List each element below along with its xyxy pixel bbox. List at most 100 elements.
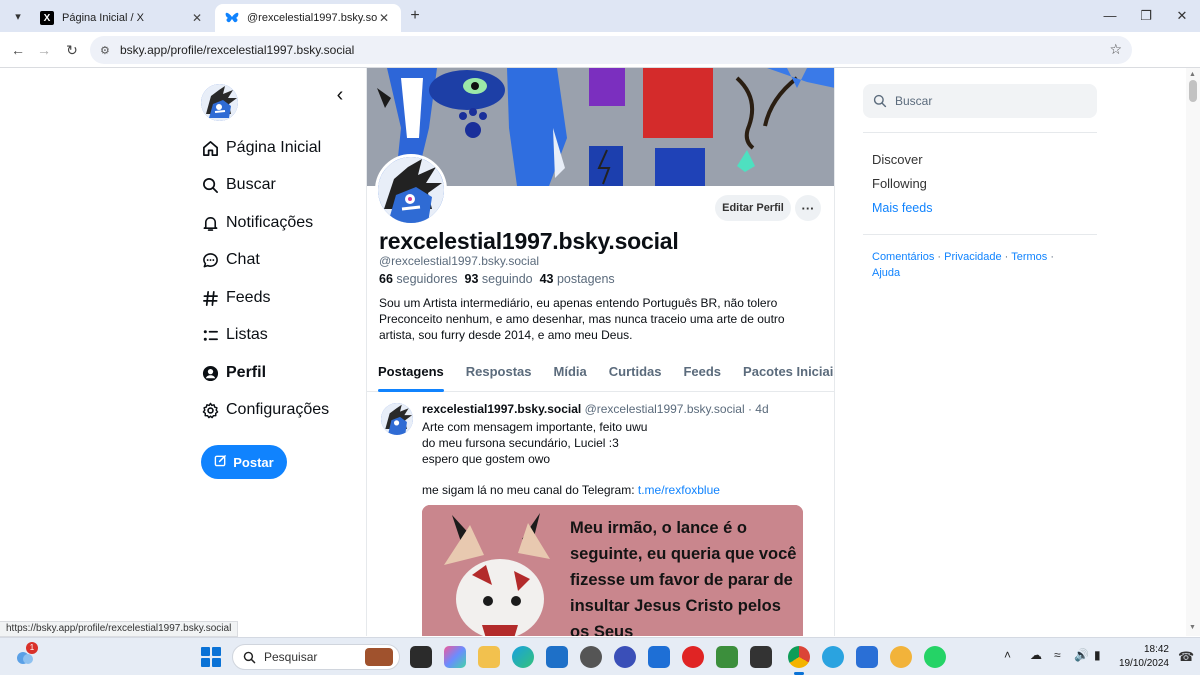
battery-icon[interactable]: ▮ <box>1094 648 1101 662</box>
bio-line: Sou um Artista intermediário, eu apenas … <box>379 296 778 310</box>
list-item[interactable]: rexcelestial1997.bsky.social @rexcelesti… <box>367 393 834 636</box>
tab-posts[interactable]: Postagens <box>367 360 455 392</box>
forward-arrow-icon[interactable]: → <box>34 40 54 60</box>
edit-profile-button[interactable]: Editar Perfil <box>715 195 791 221</box>
post-timestamp[interactable]: · 4d <box>748 402 769 416</box>
post-line: espero que gostem owo <box>422 452 551 466</box>
app-icon[interactable] <box>716 646 738 668</box>
footer-link-feedback[interactable]: Comentários <box>872 251 934 263</box>
file-explorer-icon[interactable] <box>478 646 500 668</box>
more-feeds-link[interactable]: Mais feeds <box>872 201 932 215</box>
feed-link-following[interactable]: Following <box>872 176 927 191</box>
copilot-icon[interactable] <box>444 646 466 668</box>
more-options-icon[interactable]: ··· <box>795 195 821 221</box>
tab-starter-packs[interactable]: Pacotes Iniciais <box>732 360 834 392</box>
reload-icon[interactable]: ↻ <box>62 40 82 60</box>
tab-feeds[interactable]: Feeds <box>672 360 732 392</box>
footer-links: Comentários · Privacidade · Termos · Aju… <box>872 251 1054 279</box>
browser-address-bar: ← → ↻ ⚙ bsky.app/profile/rexcelestial199… <box>0 32 1200 91</box>
page-scrollbar[interactable]: ▲ ▼ <box>1186 68 1200 636</box>
post-author-name[interactable]: rexcelestial1997.bsky.social <box>422 402 581 416</box>
post-line: Arte com mensagem importante, feito uwu <box>422 420 648 434</box>
tab-replies[interactable]: Respostas <box>455 360 543 392</box>
tab-close-icon[interactable]: ✕ <box>190 11 204 25</box>
post-header: rexcelestial1997.bsky.social @rexcelesti… <box>422 402 769 416</box>
sidebar-item-profile[interactable]: Perfil <box>201 360 266 386</box>
tab-close-icon[interactable]: ✕ <box>377 11 391 25</box>
url-omnibox[interactable]: ⚙ bsky.app/profile/rexcelestial1997.bsky… <box>90 36 1132 64</box>
sidebar-item-feeds[interactable]: Feeds <box>201 285 270 311</box>
settings-gear-icon[interactable] <box>580 646 602 668</box>
telegram-link[interactable]: t.me/rexfoxblue <box>638 483 720 497</box>
post-image-caption: Meu irmão, o lance é o seguinte, eu quer… <box>570 519 797 636</box>
window-minimize-icon[interactable]: — <box>1092 4 1128 28</box>
search-input[interactable]: Buscar <box>863 84 1097 118</box>
tab-media[interactable]: Mídia <box>543 360 598 392</box>
taskbar-search-input[interactable]: Pesquisar <box>232 644 400 670</box>
avatar[interactable] <box>201 84 238 121</box>
windows-start-icon[interactable] <box>201 647 221 667</box>
task-view-icon[interactable] <box>410 646 432 668</box>
footer-link-help[interactable]: Ajuda <box>872 267 900 279</box>
telegram-icon[interactable] <box>822 646 844 668</box>
post-author-handle[interactable]: @rexcelestial1997.bsky.social <box>585 402 745 416</box>
profile-tabs: Postagens Respostas Mídia Curtidas Feeds… <box>367 360 834 392</box>
app-icon[interactable] <box>856 646 878 668</box>
sidebar-item-notifications[interactable]: Notificações <box>201 210 313 236</box>
wifi-icon[interactable]: ≈ <box>1054 648 1061 662</box>
sidebar-item-label: Listas <box>226 326 268 343</box>
footer-link-terms[interactable]: Termos <box>1011 251 1047 263</box>
tab-search-chevron-icon[interactable]: ▾ <box>8 6 28 26</box>
followers-link[interactable]: 66 seguidores <box>379 272 458 286</box>
scroll-down-arrow-icon[interactable]: ▼ <box>1189 624 1196 631</box>
window-restore-icon[interactable]: ❐ <box>1128 4 1164 28</box>
scroll-thumb[interactable] <box>1189 80 1197 102</box>
app-icon[interactable] <box>614 646 636 668</box>
taskbar-clock[interactable]: 18:42 19/10/2024 <box>1113 643 1169 671</box>
sidebar-item-label: Feeds <box>226 289 271 306</box>
window-close-icon[interactable]: ✕ <box>1164 4 1200 28</box>
app-icon[interactable] <box>890 646 912 668</box>
sidebar-item-lists[interactable]: Listas <box>201 322 268 348</box>
app-icon[interactable] <box>750 646 772 668</box>
followers-count: 66 <box>379 272 393 286</box>
post-button[interactable]: Postar <box>201 445 287 479</box>
sidebar-item-search[interactable]: Buscar <box>201 172 276 198</box>
onedrive-cloud-icon[interactable]: ☁ <box>1030 648 1042 662</box>
post-image[interactable]: Meu irmão, o lance é o seguinte, eu quer… <box>422 505 803 636</box>
browser-tab-bluesky[interactable]: @rexcelestial1997.bsky.social — ✕ <box>215 4 401 32</box>
user-icon <box>201 364 219 382</box>
tab-likes[interactable]: Curtidas <box>598 360 673 392</box>
clock-date: 19/10/2024 <box>1118 658 1169 669</box>
link-status-bubble: https://bsky.app/profile/rexcelestial199… <box>0 621 239 637</box>
app-icon[interactable] <box>648 646 670 668</box>
opera-icon[interactable] <box>682 646 704 668</box>
avatar[interactable] <box>381 403 413 435</box>
footer-link-privacy[interactable]: Privacidade <box>944 251 1001 263</box>
site-settings-icon[interactable]: ⚙ <box>100 44 116 57</box>
scroll-up-arrow-icon[interactable]: ▲ <box>1189 71 1196 78</box>
store-icon[interactable] <box>546 646 568 668</box>
following-count: 93 <box>464 272 479 286</box>
sidebar-item-chat[interactable]: Chat <box>201 247 260 273</box>
whatsapp-icon[interactable] <box>924 646 946 668</box>
profile-avatar[interactable] <box>375 154 447 226</box>
url-text[interactable]: bsky.app/profile/rexcelestial1997.bsky.s… <box>120 43 354 57</box>
collapse-sidebar-chevron-icon[interactable]: ‹ <box>330 84 350 106</box>
volume-icon[interactable]: 🔊 <box>1074 648 1089 662</box>
hash-icon <box>201 289 219 307</box>
chrome-icon[interactable] <box>788 646 810 668</box>
back-arrow-icon[interactable]: ← <box>8 40 28 60</box>
sidebar-item-home[interactable]: Página Inicial <box>201 135 321 161</box>
profile-handle: @rexcelestial1997.bsky.social <box>379 254 540 268</box>
sidebar-item-settings[interactable]: Configurações <box>201 397 329 423</box>
new-tab-plus-icon[interactable]: + <box>406 6 424 26</box>
following-link[interactable]: 93 seguindo <box>465 272 533 286</box>
tray-overflow-chevron-icon[interactable]: ˄ <box>1004 648 1011 662</box>
browser-tab-x[interactable]: X Página Inicial / X ✕ <box>30 4 214 32</box>
edge-icon[interactable] <box>512 646 534 668</box>
search-icon <box>873 94 887 108</box>
notification-bell-icon[interactable]: ☎ <box>1178 649 1194 665</box>
bookmark-star-icon[interactable]: ☆ <box>1109 41 1122 58</box>
feed-link-discover[interactable]: Discover <box>872 152 923 167</box>
